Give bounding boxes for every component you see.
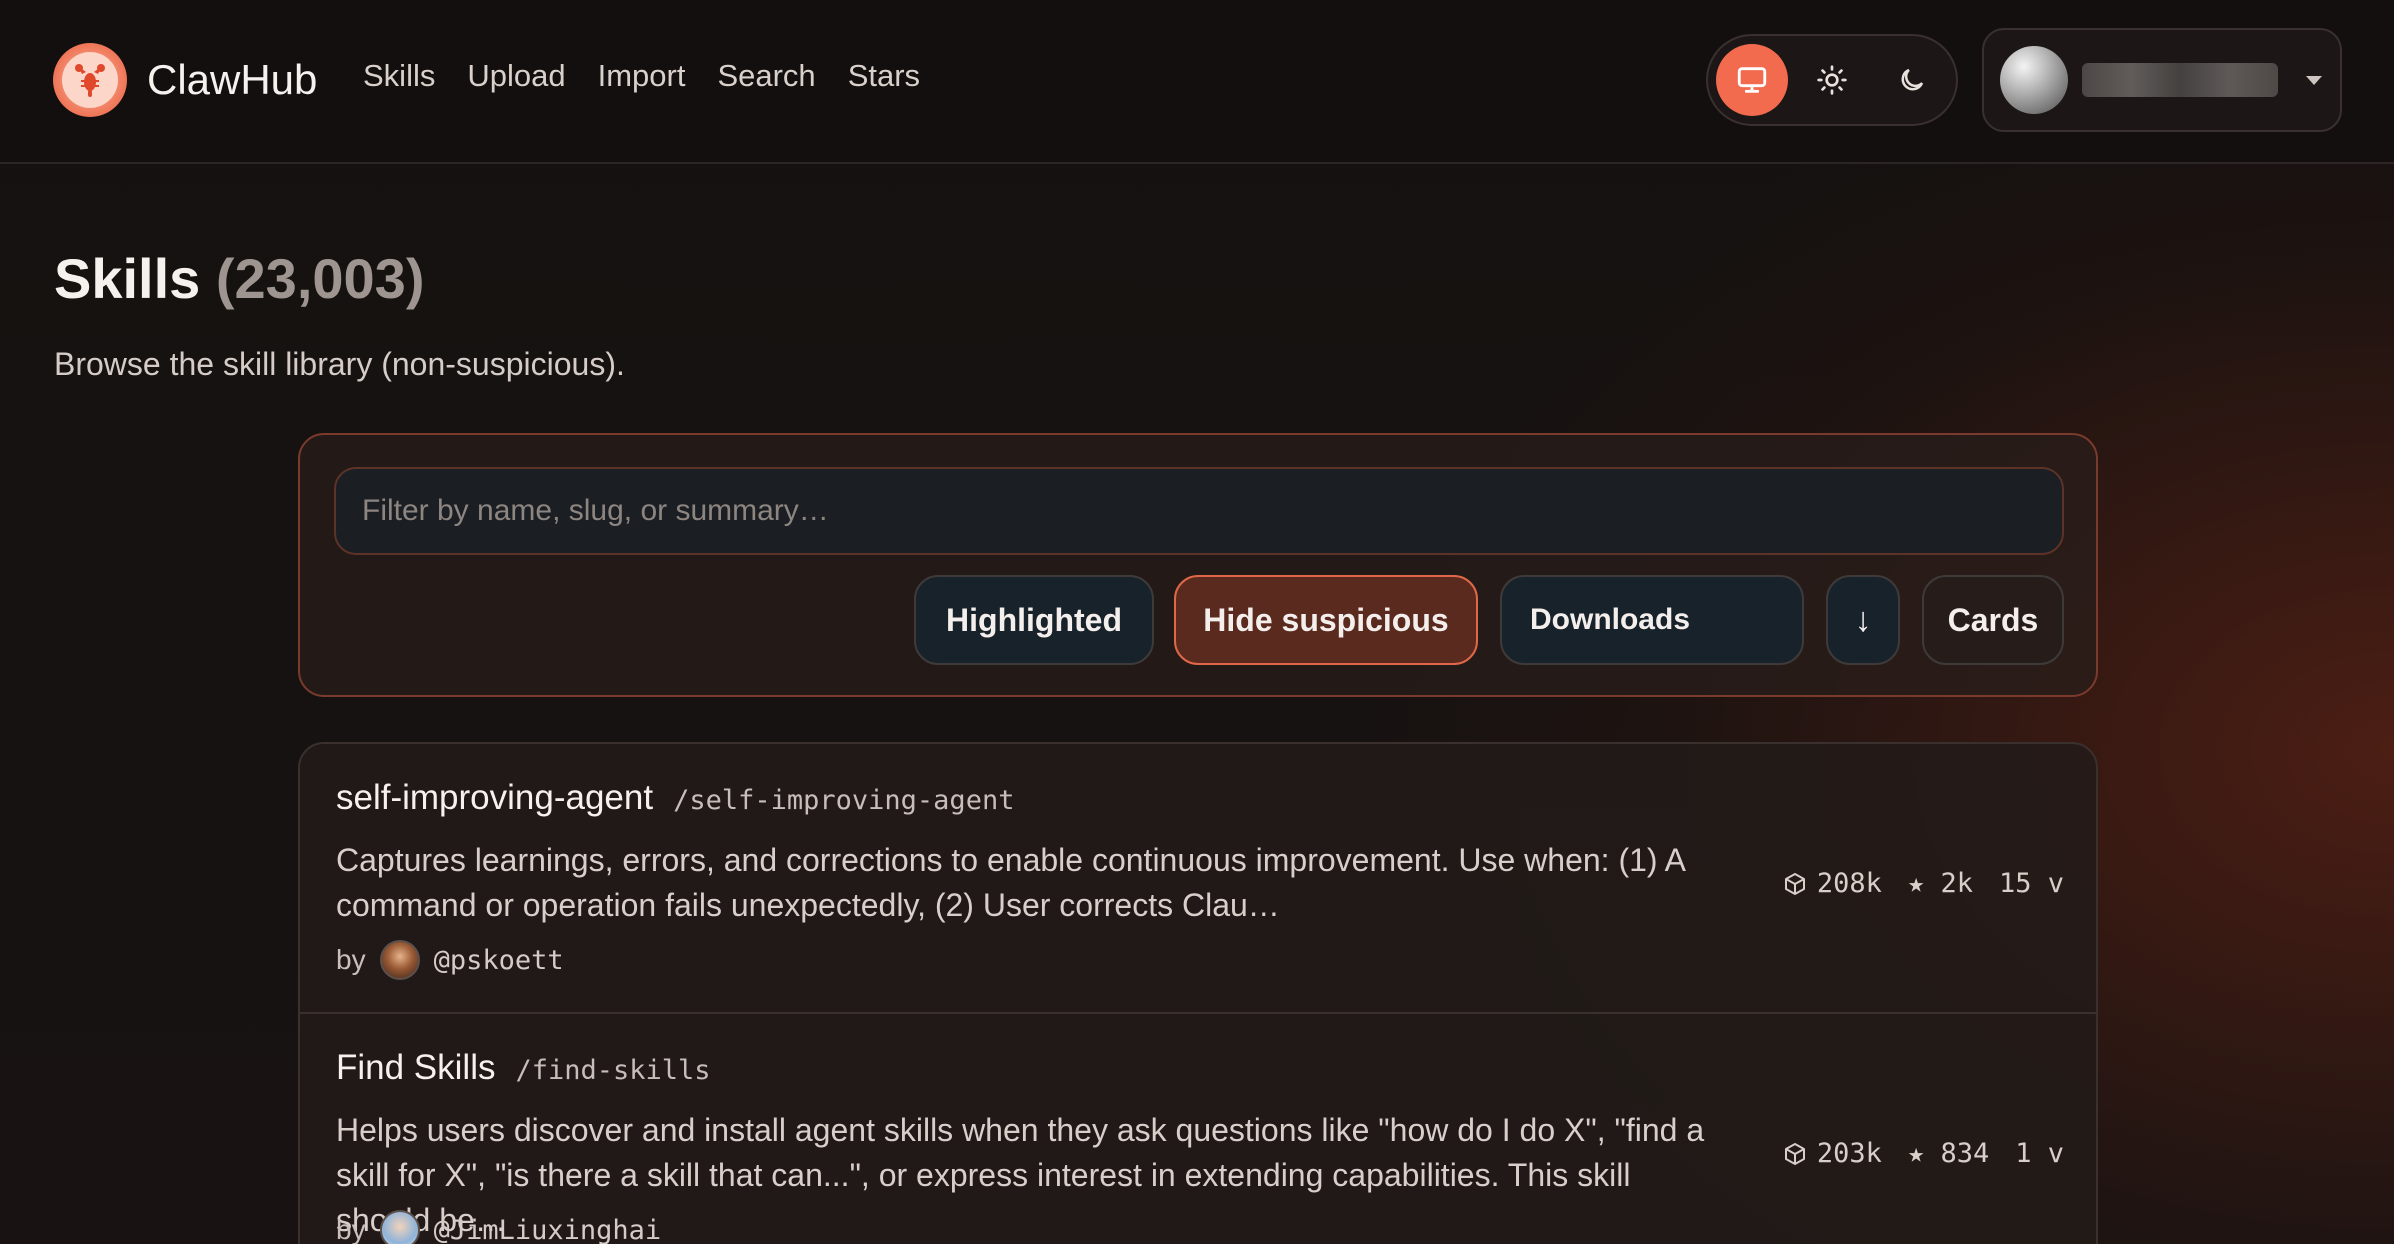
hide-suspicious-toggle[interactable]: Hide suspicious xyxy=(1174,575,1478,665)
brand-name: ClawHub xyxy=(147,56,318,103)
skill-list: self-improving-agent /self-improving-age… xyxy=(298,742,2098,1244)
sun-icon xyxy=(1817,65,1847,95)
page-subtitle: Browse the skill library (non-suspicious… xyxy=(54,346,625,382)
versions-count: 1 v xyxy=(2015,1138,2064,1169)
main-nav: Skills Upload Import Search Stars xyxy=(363,58,920,94)
view-mode-button[interactable]: Cards xyxy=(1922,575,2064,665)
user-avatar xyxy=(2000,46,2068,114)
theme-light-button[interactable] xyxy=(1796,44,1868,116)
nav-stars[interactable]: Stars xyxy=(848,58,920,94)
theme-system-button[interactable] xyxy=(1716,44,1788,116)
nav-upload[interactable]: Upload xyxy=(467,58,565,94)
theme-dark-button[interactable] xyxy=(1876,44,1948,116)
sort-direction-button[interactable]: ↓ xyxy=(1826,575,1900,665)
by-label: by xyxy=(336,944,366,975)
skill-slug: /self-improving-agent xyxy=(673,785,1015,816)
stars-count: ★ 2k xyxy=(1907,868,1973,899)
skill-count: (23,003) xyxy=(215,247,425,310)
skill-author: by @pskoett xyxy=(336,940,564,980)
skill-summary: Captures learnings, errors, and correcti… xyxy=(336,842,1685,923)
author-handle[interactable]: @pskoett xyxy=(434,945,564,976)
downloads-count: 203k xyxy=(1816,1138,1882,1169)
nav-skills[interactable]: Skills xyxy=(363,58,435,94)
stars-count: ★ 834 xyxy=(1907,1138,1990,1169)
downloads-count: 208k xyxy=(1816,868,1882,899)
skill-row[interactable]: Find Skills /find-skills Helps users dis… xyxy=(300,1012,2096,1244)
skill-title: Find Skills /find-skills xyxy=(336,1048,711,1088)
author-avatar xyxy=(379,940,420,980)
page-title: Skills (23,003) xyxy=(54,246,424,311)
lobster-logo-icon xyxy=(53,43,127,117)
author-handle[interactable]: @JimLiuxinghai xyxy=(434,1215,662,1244)
moon-icon xyxy=(1901,68,1924,91)
highlighted-toggle[interactable]: Highlighted xyxy=(914,575,1154,665)
brand-link[interactable]: ClawHub xyxy=(53,43,317,117)
skill-row[interactable]: self-improving-agent /self-improving-age… xyxy=(300,744,2096,1012)
page: ClawHub Skills Upload Import Search Star… xyxy=(0,0,2394,1244)
filter-input[interactable] xyxy=(334,467,2064,555)
nav-search[interactable]: Search xyxy=(717,58,815,94)
author-avatar xyxy=(379,1210,420,1244)
skill-slug: /find-skills xyxy=(515,1055,711,1086)
sort-select[interactable]: Downloads xyxy=(1500,575,1804,665)
downloads-stat: 208k xyxy=(1783,868,1882,899)
chevron-down-icon xyxy=(2306,75,2322,85)
skill-name[interactable]: Find Skills xyxy=(336,1048,495,1088)
package-icon xyxy=(1784,1142,1805,1165)
nav-import[interactable]: Import xyxy=(598,58,686,94)
skill-stats: 208k ★ 2k 15 v xyxy=(1783,868,2064,899)
skill-author: by @JimLiuxinghai xyxy=(336,1210,661,1244)
skill-stats: 203k ★ 834 1 v xyxy=(1783,1138,2064,1169)
by-label: by xyxy=(336,1214,366,1244)
package-icon xyxy=(1784,872,1805,895)
versions-count: 15 v xyxy=(1998,868,2064,899)
top-bar: ClawHub Skills Upload Import Search Star… xyxy=(0,0,2394,164)
user-menu-button[interactable] xyxy=(1982,28,2342,132)
theme-toggle xyxy=(1706,34,1958,126)
page-title-text: Skills xyxy=(54,247,201,310)
skill-name[interactable]: self-improving-agent xyxy=(336,778,653,818)
filter-panel: Highlighted Hide suspicious Downloads ↓ … xyxy=(298,433,2098,697)
skill-title: self-improving-agent /self-improving-age… xyxy=(336,778,1014,818)
downloads-stat: 203k xyxy=(1783,1138,1882,1169)
redacted-username xyxy=(2082,63,2278,97)
monitor-icon xyxy=(1737,67,1767,93)
